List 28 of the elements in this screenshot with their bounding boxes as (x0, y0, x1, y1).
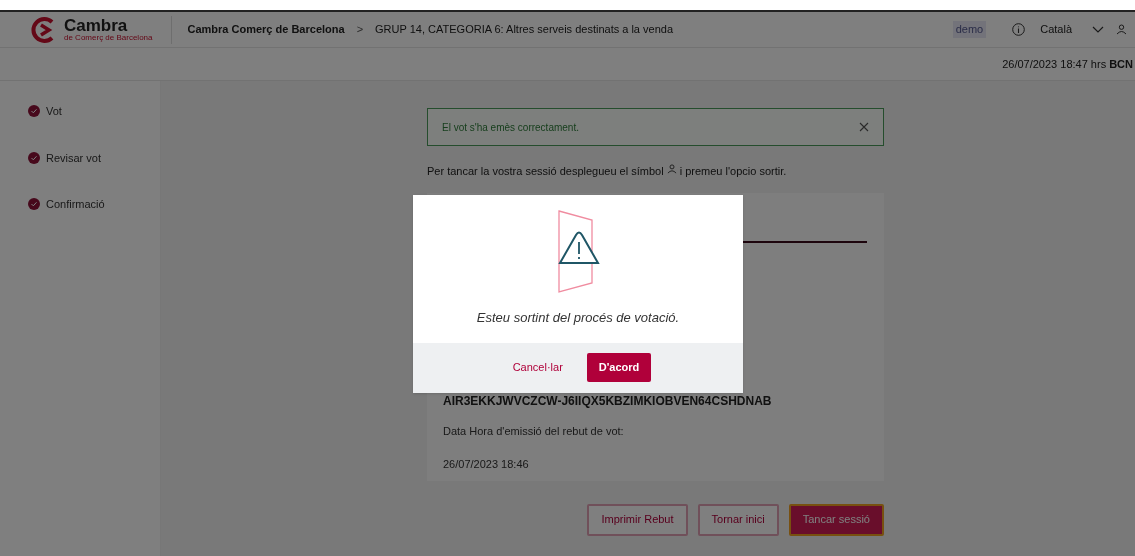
logo-text: Cambra (64, 17, 129, 34)
user-icon (666, 164, 677, 175)
cancel-button[interactable]: Cancel·lar (504, 353, 571, 382)
confirm-button[interactable]: D'acord (586, 353, 652, 382)
environment-badge: demo (952, 21, 987, 38)
receipt-key: AIR3EKKJWVCZCW-J6IIQX5KBZIMKIOBVEN64CSHDNAB (443, 391, 884, 410)
instruction-text: Per tancar la vostra sessió desplegueu el símbol (427, 164, 664, 179)
breadcrumb-item[interactable]: Cambra Comerç de Barcelona (187, 21, 345, 38)
receipt-date: 26/07/2023 18:46 (443, 457, 530, 472)
language-selector[interactable]: Català (1040, 21, 1072, 38)
outline-button[interactable]: Tornar inici (697, 503, 779, 536)
step-label: Vot (46, 104, 62, 119)
info-icon[interactable] (1012, 23, 1026, 36)
time-zone: BCN (1109, 56, 1133, 72)
close-icon[interactable] (859, 122, 869, 132)
breadcrumb-item: GRUP 14, CATEGORIA 6: Altres serveis destinats a la venda (375, 22, 673, 38)
date-time: 26/07/2023 18:47 hrs (1002, 56, 1107, 72)
chevron-down-icon[interactable] (1092, 25, 1104, 34)
alert-message: El vot s'ha emès correctament. (442, 120, 579, 135)
outline-button[interactable]: Imprimir Rebut (587, 503, 688, 536)
receipt-date-label: Data Hora d'emissió del rebut de vot: (443, 423, 625, 439)
step-label: Revisar vot (46, 150, 102, 166)
primary-button[interactable]: Tancar sessió (788, 503, 884, 536)
logo-subtitle: de Comerç de Barcelona (64, 34, 153, 42)
dialog-message: Esteu sortint del procés de votació. (476, 309, 680, 327)
breadcrumb-separator: > (356, 22, 364, 38)
step-label: Confirmació (46, 197, 105, 212)
user-icon[interactable] (1116, 24, 1127, 35)
